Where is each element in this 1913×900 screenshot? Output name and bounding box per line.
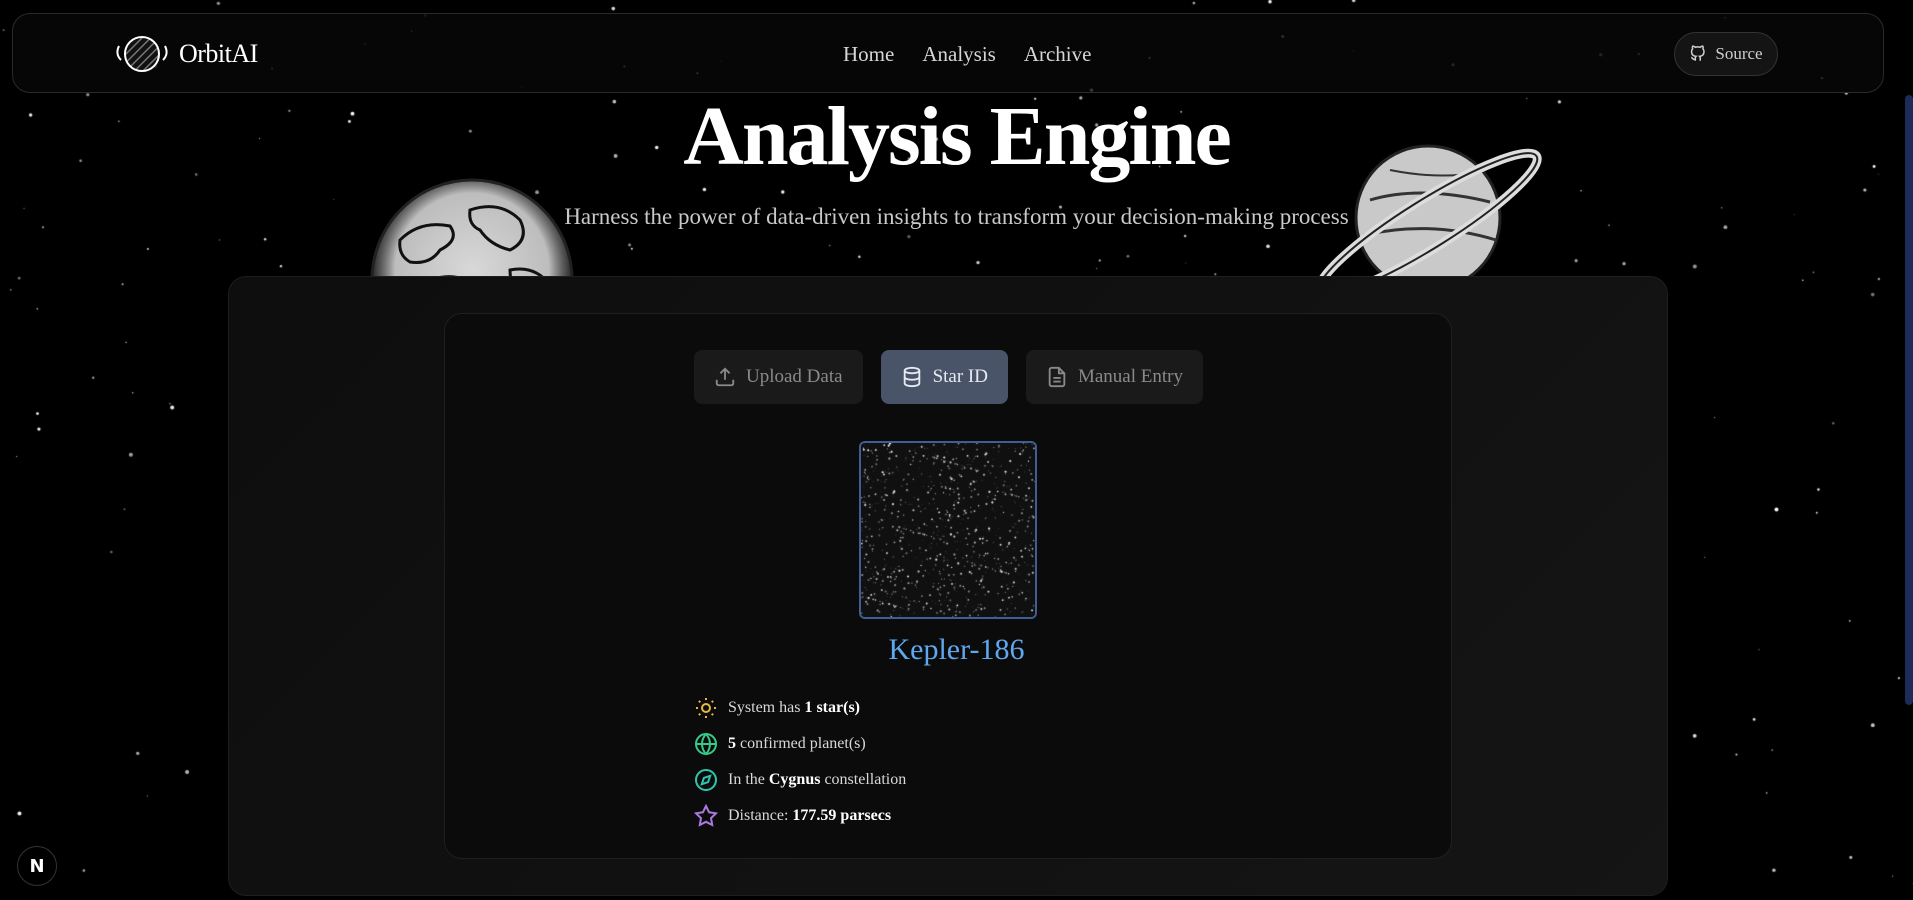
tab-star-id-label: Star ID	[932, 366, 988, 387]
source-button[interactable]: Source	[1674, 32, 1778, 76]
nav-analysis[interactable]: Analysis	[922, 42, 996, 67]
fact-distance-value: 177.59 parsecs	[792, 807, 892, 824]
fact-planet-count-suffix: confirmed planet(s)	[736, 735, 866, 752]
fact-distance-prefix: Distance:	[728, 807, 793, 824]
upload-icon	[715, 367, 735, 387]
database-icon	[903, 366, 920, 388]
star-icon	[694, 804, 718, 827]
sun-icon	[696, 698, 716, 718]
globe-icon	[695, 732, 717, 756]
fact-star-count-prefix: System has	[728, 699, 805, 716]
fact-star-count: System has 1 star(s)	[694, 690, 906, 726]
top-navbar: OrbitAI Home Analysis Archive Source	[12, 13, 1884, 93]
page-subtitle: Harness the power of data-driven insight…	[564, 204, 1349, 229]
source-label: Source	[1715, 44, 1763, 63]
orbit-logo-icon	[116, 36, 168, 72]
document-icon	[1048, 366, 1066, 388]
compass-icon	[695, 769, 717, 791]
star-field-image	[859, 441, 1037, 619]
brand-name: OrbitAI	[179, 39, 258, 68]
scrollbar[interactable]	[1905, 95, 1913, 705]
tab-manual-entry-label: Manual Entry	[1077, 366, 1183, 387]
github-icon	[1691, 45, 1706, 61]
fact-constellation: In the Cygnus constellation	[694, 762, 906, 798]
tab-star-id[interactable]: Star ID	[880, 350, 1008, 404]
fact-constellation-suffix: constellation	[820, 771, 907, 788]
fact-constellation-value: Cygnus	[768, 771, 821, 788]
fact-planet-count-value: 5	[728, 735, 736, 752]
star-facts-list: System has 1 star(s) 5 confirmed planet(…	[694, 690, 906, 834]
input-mode-tabs: Upload Data Star ID Manual Entry	[694, 350, 1203, 404]
fact-planet-count: 5 confirmed planet(s)	[694, 726, 906, 762]
tab-upload-data-label: Upload Data	[746, 366, 843, 387]
star-name: Kepler-186	[888, 633, 1025, 666]
nav-links: Home Analysis Archive	[843, 42, 1091, 67]
nav-home[interactable]: Home	[843, 42, 894, 67]
nav-archive[interactable]: Archive	[1024, 42, 1092, 67]
tab-upload-data[interactable]: Upload Data	[694, 350, 863, 404]
brand[interactable]: OrbitAI	[113, 32, 258, 76]
fact-star-count-value: 1 star(s)	[804, 699, 860, 716]
nextjs-badge[interactable]: N	[17, 846, 57, 886]
tab-manual-entry[interactable]: Manual Entry	[1025, 350, 1203, 404]
fact-constellation-prefix: In the	[728, 771, 769, 788]
page-title: Analysis Engine	[683, 90, 1232, 183]
fact-distance: Distance: 177.59 parsecs	[694, 798, 906, 834]
